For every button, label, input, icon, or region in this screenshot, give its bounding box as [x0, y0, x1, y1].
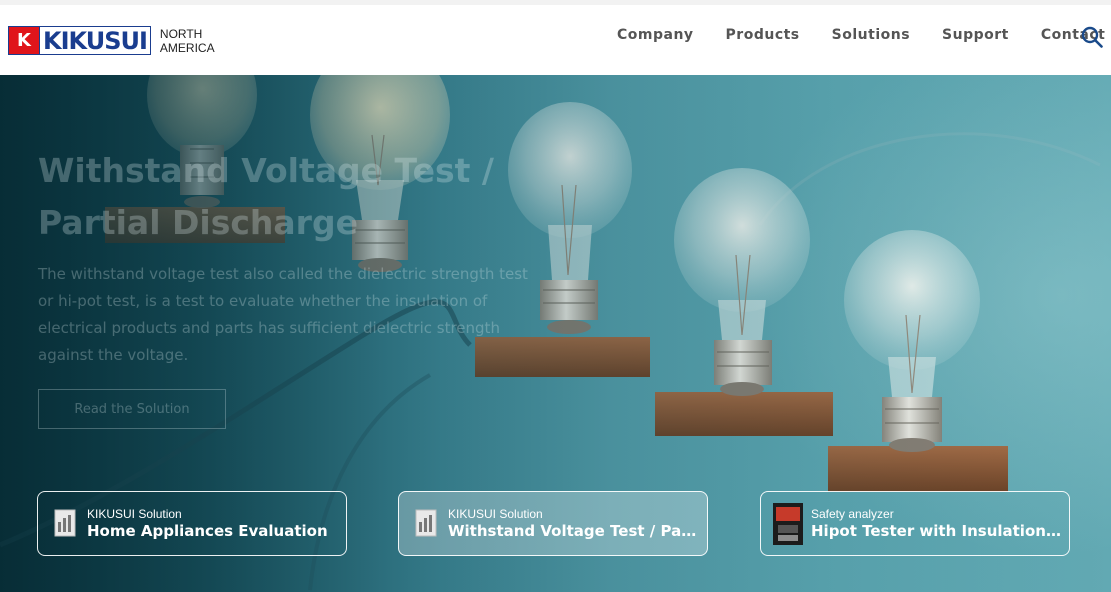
card-category: KIKUSUI Solution [448, 506, 543, 521]
hero-title: Withstand Voltage Test / Partial Dischar… [38, 151, 494, 242]
nav-solutions[interactable]: Solutions [832, 27, 910, 43]
product-thumbnail [773, 502, 803, 545]
logo-region: NORTH AMERICA [159, 26, 215, 55]
kikusui-logo[interactable]: K KIKUSUI NORTH AMERICA [8, 26, 215, 55]
card-title: Hipot Tester with Insulation Resistance … [811, 521, 1061, 540]
logo-mark-icon: K [8, 26, 40, 55]
logo-wordmark: KIKUSUI [40, 26, 151, 55]
nav-company[interactable]: Company [617, 27, 694, 43]
hero-text-block: Withstand Voltage Test / Partial Dischar… [38, 145, 528, 429]
document-icon [415, 509, 437, 536]
main-nav: Company Products Solutions Support Conta… [617, 27, 1111, 43]
slide-card-hipot-tester[interactable]: Safety analyzer Hipot Tester with Insula… [760, 491, 1070, 556]
hero-description: The withstand voltage test also called t… [38, 265, 528, 364]
card-title: Home Appliances Evaluation [87, 521, 328, 540]
nav-products[interactable]: Products [726, 27, 800, 43]
read-solution-button[interactable]: Read the Solution [38, 389, 226, 429]
search-icon[interactable] [1081, 26, 1103, 48]
document-icon [54, 509, 76, 536]
card-title: Withstand Voltage Test / Partial Dischar… [448, 521, 698, 540]
card-category: KIKUSUI Solution [87, 506, 182, 521]
card-category: Safety analyzer [811, 506, 894, 521]
nav-support[interactable]: Support [942, 27, 1009, 43]
slide-card-home-appliances[interactable]: KIKUSUI Solution Home Appliances Evaluat… [37, 491, 347, 556]
slide-card-withstand-voltage[interactable]: KIKUSUI Solution Withstand Voltage Test … [398, 491, 708, 556]
site-header: K KIKUSUI NORTH AMERICA Company Products… [0, 5, 1111, 75]
hero-banner: Withstand Voltage Test / Partial Dischar… [0, 75, 1111, 592]
